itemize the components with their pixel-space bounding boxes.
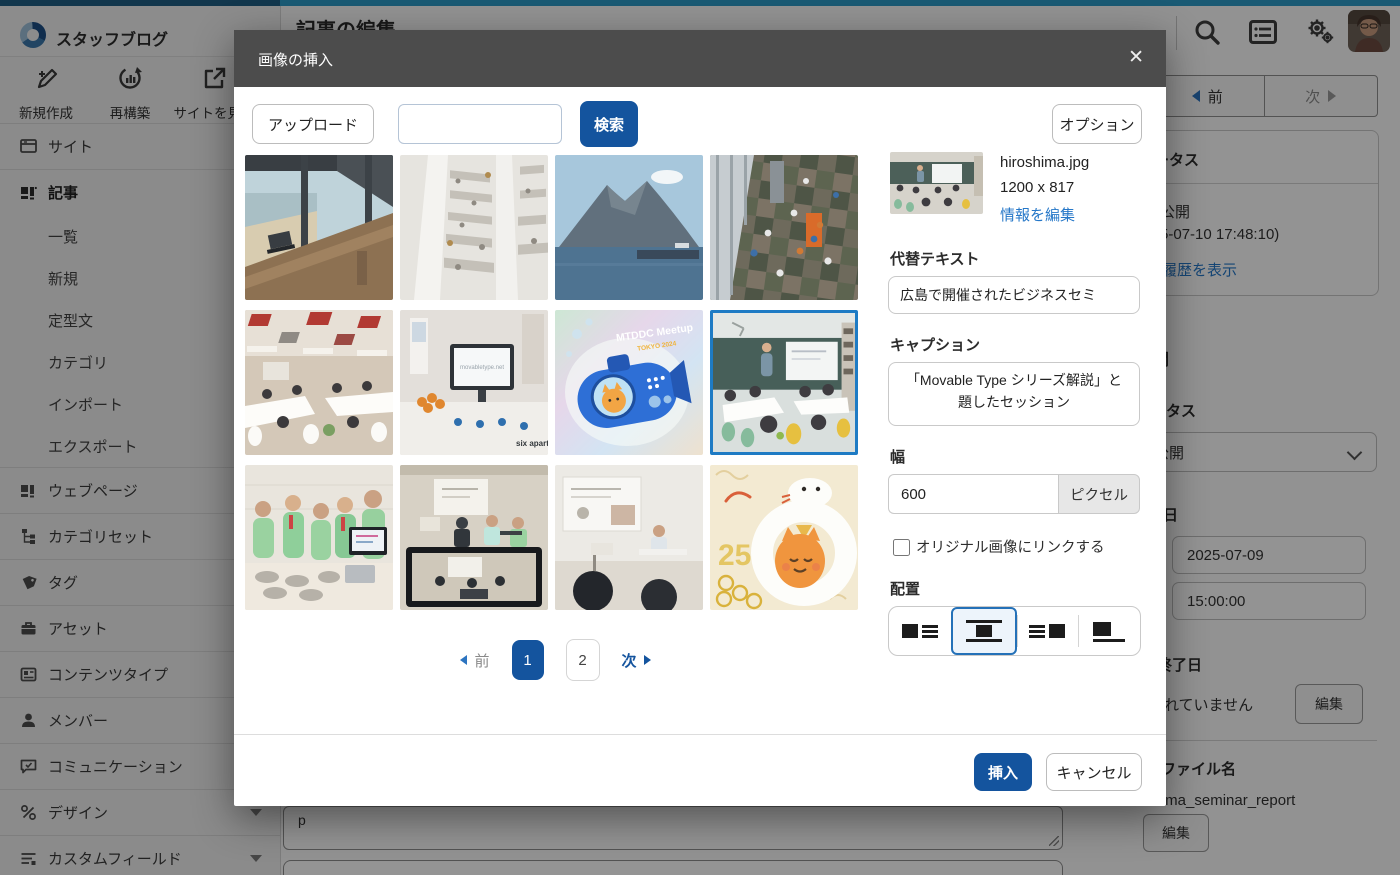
thumbnail-team-green-shirts[interactable] — [245, 465, 393, 610]
thumbnail-image: MTDDC Meetup TOKYO 2024 — [555, 310, 703, 455]
link-original-checkbox[interactable] — [893, 539, 910, 556]
upload-button[interactable]: アップロード — [252, 104, 374, 144]
thumbnail-livestream-monitor[interactable] — [400, 465, 548, 610]
insert-button[interactable]: 挿入 — [974, 753, 1032, 791]
width-label: 幅 — [890, 446, 905, 467]
thumbnail-image — [555, 465, 703, 610]
next-arrow-icon — [644, 655, 651, 665]
caption-textarea[interactable]: 「Movable Type シリーズ解説」と題したセッション — [888, 362, 1140, 426]
asset-filename: hiroshima.jpg — [1000, 154, 1089, 171]
align-left-icon — [902, 619, 938, 643]
width-input[interactable] — [888, 474, 1058, 514]
alignment-group — [888, 606, 1141, 656]
thumbnail-event-hall-atrium[interactable] — [710, 155, 858, 300]
upload-label: アップロード — [268, 114, 358, 135]
insert-image-modal: 画像の挿入 ✕ アップロード 検索 オプション — [234, 30, 1166, 806]
align-center-button[interactable] — [951, 607, 1017, 655]
modal-header: 画像の挿入 ✕ — [234, 30, 1166, 87]
pagination-next[interactable]: 次 — [622, 650, 651, 671]
thumbnail-new-year-snake-cat[interactable]: 25 — [710, 465, 858, 610]
width-unit-addon: ピクセル — [1058, 474, 1140, 514]
pagination-page-2[interactable]: 2 — [566, 639, 600, 681]
thumbnail-sakurajima-volcano[interactable] — [555, 155, 703, 300]
options-label: オプション — [1059, 114, 1134, 135]
align-right-icon — [1029, 619, 1065, 643]
sticker-year-text: 25 — [718, 539, 751, 572]
asset-dimensions: 1200 x 817 — [1000, 179, 1074, 196]
thumbnail-classroom-presentation[interactable] — [710, 310, 858, 455]
selected-asset-preview — [890, 152, 983, 214]
thumbnail-image: movabletype.net six apart — [400, 310, 548, 455]
edit-info-link[interactable]: 情報を編集 — [1000, 204, 1075, 225]
align-none-icon — [1091, 619, 1127, 643]
thumbnail-meeting-projector[interactable] — [555, 465, 703, 610]
align-left-button[interactable] — [889, 607, 951, 655]
thumbnail-image — [400, 155, 548, 300]
thumbnail-image — [245, 155, 393, 300]
caption-label: キャプション — [890, 334, 980, 355]
thumbnail-open-office-overhead[interactable] — [400, 155, 548, 300]
page-number: 2 — [578, 652, 586, 669]
page-number: 1 — [523, 652, 531, 669]
preview-image — [890, 152, 983, 214]
align-center-icon — [966, 619, 1002, 643]
alignment-label: 配置 — [890, 578, 920, 599]
pagination-prev[interactable]: 前 — [460, 650, 489, 671]
insert-label: 挿入 — [988, 762, 1018, 783]
pagination-prev-label: 前 — [474, 650, 489, 671]
options-button[interactable]: オプション — [1052, 104, 1142, 144]
thumbnail-image: 25 — [710, 465, 858, 610]
close-icon[interactable]: ✕ — [1128, 46, 1144, 68]
asset-search-input[interactable] — [398, 104, 562, 144]
thumbnail-image — [713, 313, 855, 452]
thumbnail-beach-workspace[interactable] — [245, 155, 393, 300]
pagination-next-label: 次 — [622, 650, 637, 671]
thumbnail-booth-monitor[interactable]: movabletype.net six apart — [400, 310, 548, 455]
modal-footer: 挿入 キャンセル — [234, 734, 1166, 807]
thumbnail-mtddc-meetup-sticker[interactable]: MTDDC Meetup TOKYO 2024 — [555, 310, 703, 455]
booth-screen-text: movabletype.net — [460, 365, 504, 371]
alt-text-input[interactable] — [888, 276, 1140, 314]
search-label: 検索 — [594, 114, 624, 135]
align-none-button[interactable] — [1078, 607, 1140, 655]
modal-title: 画像の挿入 — [258, 49, 333, 70]
pagination-page-1[interactable]: 1 — [512, 640, 544, 680]
thumbnail-image — [555, 155, 703, 300]
cancel-label: キャンセル — [1056, 762, 1131, 783]
screen: 記事の編集 前 次 — [0, 0, 1400, 875]
alt-text-label: 代替テキスト — [890, 248, 980, 269]
pagination: 前 1 2 次 — [245, 638, 866, 682]
thumbnail-image — [710, 155, 858, 300]
thumbnail-seminar-room-red-ceiling[interactable] — [245, 310, 393, 455]
link-original-label[interactable]: オリジナル画像にリンクする — [916, 536, 1105, 557]
booth-table-text: six apart — [516, 439, 548, 448]
thumbnail-image — [400, 465, 548, 610]
prev-arrow-icon — [460, 655, 467, 665]
thumbnail-image — [245, 310, 393, 455]
search-button[interactable]: 検索 — [580, 101, 638, 147]
align-right-button[interactable] — [1017, 607, 1079, 655]
cancel-button[interactable]: キャンセル — [1046, 753, 1142, 791]
asset-grid: movabletype.net six apart — [245, 155, 866, 610]
thumbnail-image — [245, 465, 393, 610]
